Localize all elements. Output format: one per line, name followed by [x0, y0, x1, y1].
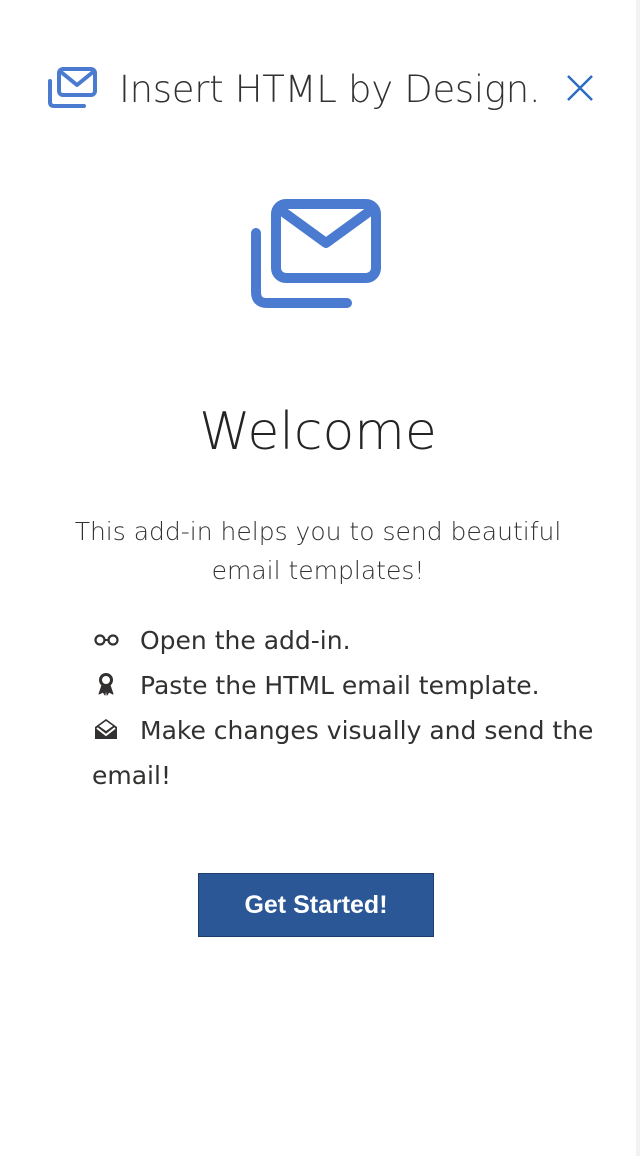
steps-list: Open the add-in. Paste the HTML email te…: [92, 618, 602, 798]
step-label: Open the add-in.: [140, 626, 351, 655]
glasses-icon: [94, 634, 119, 646]
open-envelope-icon: [95, 719, 117, 739]
welcome-description: This add-in helps you to send beautiful …: [74, 517, 562, 585]
step-label: Make changes visually and send the email…: [92, 716, 594, 790]
mail-stack-icon: [48, 67, 97, 108]
step-label: Paste the HTML email template.: [140, 671, 540, 700]
close-icon: [567, 75, 593, 101]
step-item: Paste the HTML email template.: [92, 663, 602, 708]
close-button[interactable]: [562, 70, 598, 106]
hero-mail-stack-icon: [251, 199, 381, 308]
step-item: Open the add-in.: [92, 618, 602, 663]
welcome-heading: Welcome: [199, 402, 437, 462]
get-started-button[interactable]: Get Started!: [198, 873, 434, 937]
step-item: Make changes visually and send the email…: [92, 708, 602, 798]
taskpane-header: Insert HTML by Design...: [0, 56, 636, 124]
ribbon-icon: [98, 673, 114, 696]
taskpane-title: Insert HTML by Design...: [119, 68, 544, 111]
addin-taskpane: Insert HTML by Design... Welcome This ad…: [0, 0, 640, 1156]
